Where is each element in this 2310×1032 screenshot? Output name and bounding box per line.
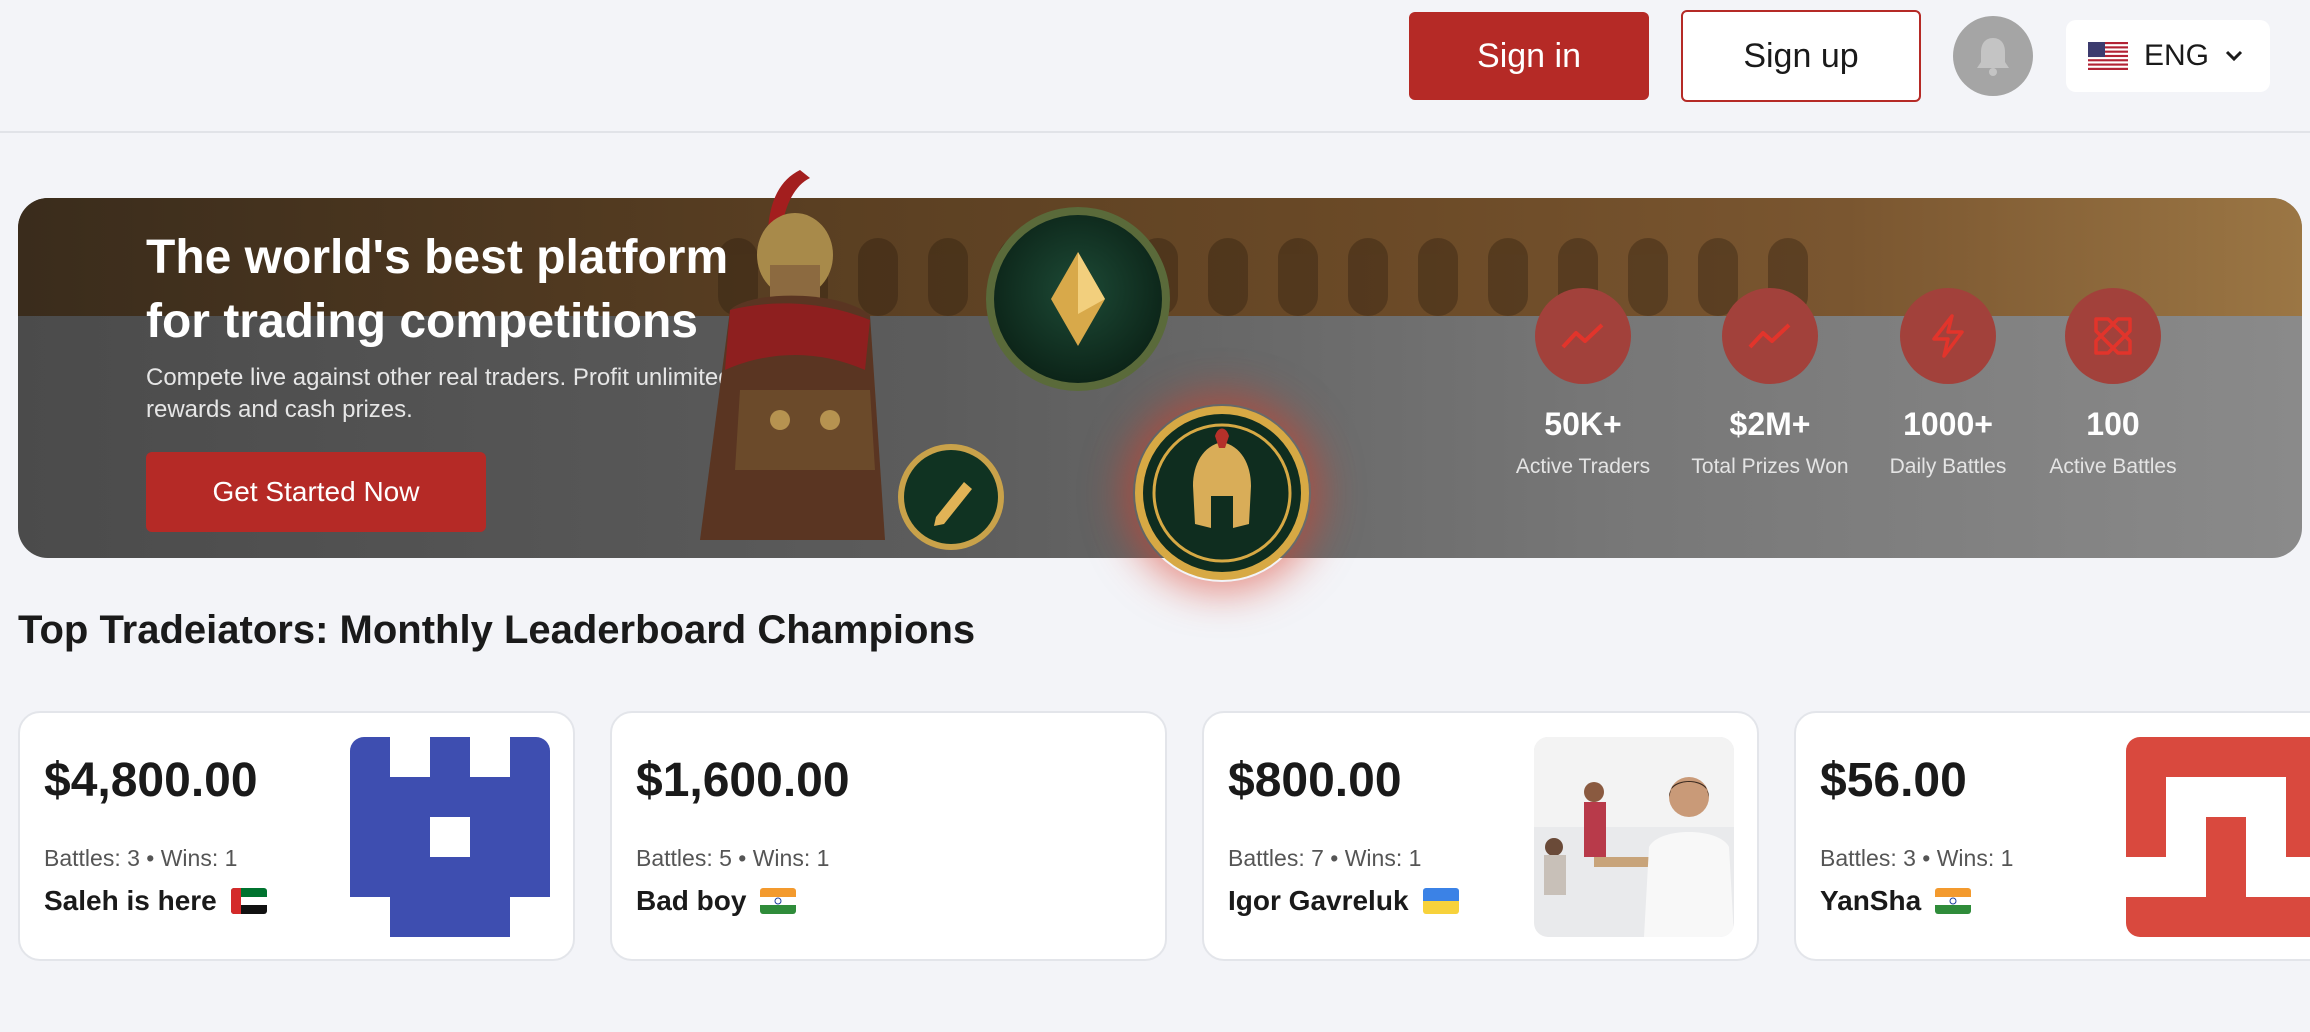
india-flag-icon bbox=[760, 888, 797, 914]
stat-active-battles: 100 Active Battles bbox=[2013, 288, 2213, 479]
bell-icon[interactable] bbox=[1953, 16, 2033, 96]
india-flag-icon bbox=[1935, 888, 1972, 914]
uae-flag-icon bbox=[230, 888, 267, 914]
leaderboard-card[interactable]: $56.00 Battles: 3 • Wins: 1 YanSha bbox=[1794, 711, 2310, 961]
stat-value: 100 bbox=[2086, 406, 2140, 442]
leaderboard-title: Top Tradeiators: Monthly Leaderboard Cha… bbox=[18, 608, 976, 652]
player-avatar-photo bbox=[1534, 737, 1734, 937]
player-row: Bad boy bbox=[636, 885, 797, 917]
swords-icon bbox=[2065, 288, 2161, 384]
prize-amount: $56.00 bbox=[1820, 754, 1967, 807]
battles-wins: Battles: 3 • Wins: 1 bbox=[1820, 845, 2014, 871]
hero-subtitle: Compete live against other real traders.… bbox=[146, 364, 732, 423]
trending-up-icon bbox=[1535, 288, 1631, 384]
leaderboard-card[interactable]: $800.00 Battles: 7 • Wins: 1 Igor Gavrel… bbox=[1202, 711, 1759, 961]
lightning-icon bbox=[1900, 288, 1996, 384]
pencil-coin-icon bbox=[896, 442, 1006, 552]
chevron-down-icon bbox=[2225, 50, 2243, 62]
prize-amount: $1,600.00 bbox=[636, 754, 850, 807]
stat-label: Active Battles bbox=[2049, 455, 2177, 478]
get-started-button[interactable]: Get Started Now bbox=[146, 452, 486, 532]
spartan-helmet-coin-icon bbox=[1133, 404, 1311, 582]
battles-wins: Battles: 5 • Wins: 1 bbox=[636, 845, 830, 871]
player-row: YanSha bbox=[1820, 885, 1972, 917]
stat-active-traders: 50K+ Active Traders bbox=[1483, 288, 1683, 479]
player-avatar bbox=[2126, 737, 2310, 937]
sign-in-button[interactable]: Sign in bbox=[1409, 12, 1649, 100]
leaderboard-card[interactable]: $1,600.00 Battles: 5 • Wins: 1 Bad boy bbox=[610, 711, 1167, 961]
language-selector[interactable]: ENG bbox=[2066, 20, 2270, 92]
prize-amount: $800.00 bbox=[1228, 754, 1402, 807]
player-row: Saleh is here bbox=[44, 885, 267, 917]
leaderboard-card[interactable]: $4,800.00 Battles: 3 • Wins: 1 Saleh is … bbox=[18, 711, 575, 961]
player-name[interactable]: Bad boy bbox=[636, 885, 746, 917]
battles-wins: Battles: 3 • Wins: 1 bbox=[44, 845, 238, 871]
language-code: ENG bbox=[2144, 39, 2210, 72]
stat-total-prizes: $2M+ Total Prizes Won bbox=[1670, 288, 1870, 479]
player-avatar bbox=[350, 737, 550, 937]
stat-label: Active Traders bbox=[1515, 455, 1651, 478]
trending-up-icon bbox=[1722, 288, 1818, 384]
prize-amount: $4,800.00 bbox=[44, 754, 258, 807]
us-flag-icon bbox=[2088, 42, 2128, 70]
player-name[interactable]: Saleh is here bbox=[44, 885, 217, 917]
battles-wins: Battles: 7 • Wins: 1 bbox=[1228, 845, 1422, 871]
stat-value: $2M+ bbox=[1729, 406, 1811, 442]
ethereum-coin-icon bbox=[983, 204, 1173, 394]
top-header: Sign in Sign up ENG bbox=[0, 0, 2310, 133]
stat-value: 50K+ bbox=[1544, 406, 1622, 442]
sign-up-button[interactable]: Sign up bbox=[1681, 10, 1921, 102]
leaderboard-cards: $4,800.00 Battles: 3 • Wins: 1 Saleh is … bbox=[18, 711, 2310, 961]
player-name[interactable]: Igor Gavreluk bbox=[1228, 885, 1409, 917]
player-name[interactable]: YanSha bbox=[1820, 885, 1921, 917]
stat-label: Total Prizes Won bbox=[1691, 455, 1849, 478]
player-row: Igor Gavreluk bbox=[1228, 885, 1459, 917]
ukraine-flag-icon bbox=[1422, 888, 1459, 914]
